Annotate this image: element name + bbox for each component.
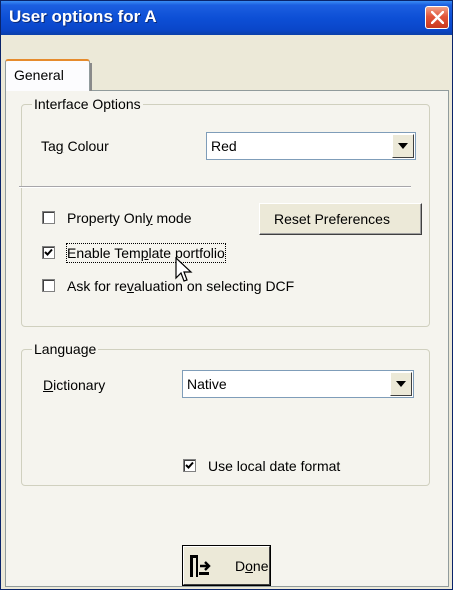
door-exit-icon	[190, 555, 211, 577]
tag-colour-label: Tag Colour	[41, 138, 109, 154]
dialog-window: User options for A General Interface Opt…	[0, 0, 453, 590]
dictionary-label: Dictionary	[43, 377, 106, 393]
property-only-checkbox[interactable]	[42, 211, 55, 224]
language-legend: Language	[32, 340, 99, 358]
ask-revaluation-option[interactable]: Ask for revaluation on selecting DCF	[42, 277, 362, 297]
options-separator	[19, 186, 411, 188]
local-date-label[interactable]: Use local date format	[208, 457, 340, 475]
done-button[interactable]: Done	[182, 545, 271, 586]
close-button[interactable]	[425, 6, 449, 29]
enable-template-option[interactable]: Enable Template portfolio	[42, 243, 262, 264]
ask-revaluation-checkbox[interactable]	[42, 279, 55, 292]
property-only-label[interactable]: Property Only mode	[67, 209, 192, 227]
enable-template-checkbox[interactable]	[42, 246, 55, 259]
window-title: User options for A	[9, 7, 157, 26]
interface-options-legend: Interface Options	[32, 95, 143, 113]
chevron-down-icon	[398, 143, 408, 149]
close-icon	[431, 11, 444, 24]
enable-template-label[interactable]: Enable Template portfolio	[66, 243, 226, 263]
chevron-down-icon	[396, 381, 406, 387]
reset-preferences-label: Reset Preferences	[274, 211, 390, 227]
checkmark-icon	[44, 248, 53, 256]
mouse-pointer-icon	[175, 257, 193, 282]
local-date-option[interactable]: Use local date format	[183, 457, 383, 477]
dictionary-select[interactable]: Native	[182, 370, 414, 398]
property-only-option[interactable]: Property Only mode	[42, 209, 242, 229]
title-bar[interactable]: User options for A	[1, 1, 452, 35]
tag-colour-select[interactable]: Red	[206, 132, 416, 160]
tag-colour-value: Red	[211, 138, 237, 154]
dictionary-value: Native	[187, 376, 227, 392]
checkmark-icon	[185, 461, 194, 469]
tab-general[interactable]: General	[5, 59, 92, 91]
local-date-checkbox[interactable]	[183, 459, 196, 472]
tab-edge-shadow	[90, 63, 92, 91]
done-label: Done	[235, 558, 269, 574]
tab-general-label: General	[14, 67, 64, 83]
tag-colour-dropdown-button[interactable]	[392, 134, 414, 158]
dictionary-dropdown-button[interactable]	[390, 372, 412, 396]
reset-preferences-button[interactable]: Reset Preferences	[259, 203, 422, 235]
